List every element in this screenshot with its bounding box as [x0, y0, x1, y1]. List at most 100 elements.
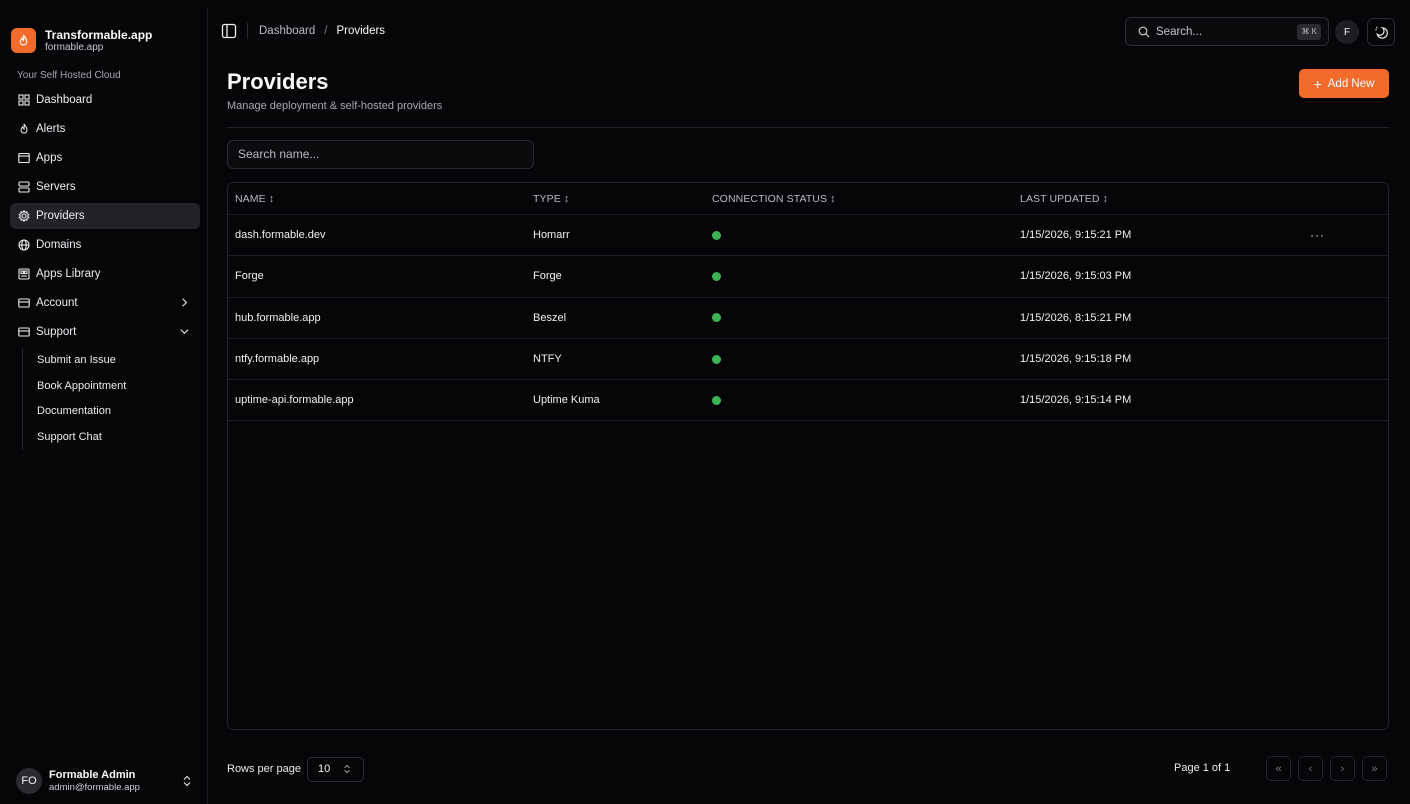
- page-header: Providers Manage deployment & self-hoste…: [227, 68, 1389, 128]
- support-submenu: Submit an Issue Book Appointment Documen…: [22, 348, 207, 450]
- status-dot: [712, 395, 721, 405]
- cell-updated: 1/15/2026, 8:15:21 PM: [1020, 311, 1132, 324]
- sidebar-item-apps-library[interactable]: Apps Library: [10, 261, 200, 287]
- submenu-book-appointment[interactable]: Book Appointment: [37, 374, 207, 400]
- cell-type: Homarr: [533, 229, 570, 242]
- status-dot: [712, 313, 721, 323]
- status-dot: [712, 354, 721, 364]
- breadcrumb-dashboard[interactable]: Dashboard: [259, 25, 315, 37]
- status-dot: [712, 271, 721, 281]
- sidebar-item-label: Alerts: [36, 123, 66, 135]
- sidebar-item-label: Servers: [36, 181, 76, 193]
- brand[interactable]: Transformable.app formable.app: [8, 8, 207, 62]
- column-header-updated[interactable]: LAST UPDATED ↕: [1020, 193, 1108, 205]
- add-new-label: Add New: [1327, 77, 1375, 90]
- page-title: Providers: [227, 69, 329, 94]
- cell-type: Uptime Kuma: [533, 394, 600, 407]
- chevron-down-icon: [180, 329, 189, 335]
- table-row[interactable]: dash.formable.dev Homarr 1/15/2026, 9:15…: [228, 215, 1388, 257]
- sidebar-item-label: Support: [36, 326, 77, 338]
- add-new-button[interactable]: + Add New: [1299, 69, 1389, 98]
- avatar-button[interactable]: F: [1335, 20, 1359, 44]
- cell-name: ntfy.formable.app: [235, 353, 320, 366]
- prev-page-button[interactable]: ‹: [1298, 756, 1323, 781]
- chevron-right-icon: [182, 298, 188, 307]
- search-icon: [1138, 26, 1150, 37]
- page-indicator: Page 1 of 1: [1174, 762, 1231, 774]
- first-page-button[interactable]: «: [1266, 756, 1291, 781]
- table-pagination: Rows per page 10 Page 1 of 1 « ‹ › »: [227, 756, 1389, 782]
- search-placeholder: Search...: [1156, 25, 1203, 38]
- submenu-documentation[interactable]: Documentation: [37, 399, 207, 425]
- table-row[interactable]: Forge Forge 1/15/2026, 9:15:03 PM: [228, 256, 1388, 298]
- submenu-submit-issue[interactable]: Submit an Issue: [37, 348, 207, 374]
- column-header-type[interactable]: TYPE ↕: [533, 193, 569, 205]
- table-row[interactable]: ntfy.formable.app NTFY 1/15/2026, 9:15:1…: [228, 339, 1388, 381]
- sidebar-item-servers[interactable]: Servers: [10, 174, 200, 200]
- cell-name: uptime-api.formable.app: [235, 394, 354, 407]
- cell-updated: 1/15/2026, 9:15:14 PM: [1020, 394, 1132, 407]
- status-dot: [712, 230, 721, 240]
- sidebar-item-alerts[interactable]: Alerts: [10, 116, 200, 142]
- sidebar-item-support[interactable]: Support: [10, 319, 200, 345]
- rows-per-page-label: Rows per page: [227, 763, 301, 775]
- table-row[interactable]: uptime-api.formable.app Uptime Kuma 1/15…: [228, 380, 1388, 422]
- sidebar-item-label: Account: [36, 297, 78, 309]
- gear-icon: [17, 210, 30, 223]
- table-row[interactable]: hub.formable.app Beszel 1/15/2026, 8:15:…: [228, 298, 1388, 339]
- card-icon: [17, 326, 30, 339]
- search-shortcut: ⌘ K: [1297, 24, 1321, 40]
- table-header-row: NAME ↕ TYPE ↕ CONNECTION STATUS ↕ LAST U…: [228, 183, 1388, 215]
- user-name: Formable Admin: [49, 768, 136, 781]
- sidebar-item-label: Dashboard: [36, 94, 93, 106]
- sidebar-item-label: Domains: [36, 239, 82, 251]
- flame-icon: [11, 28, 36, 53]
- submenu-support-chat[interactable]: Support Chat: [37, 425, 207, 451]
- sidebar-item-dashboard[interactable]: Dashboard: [10, 87, 200, 113]
- providers-table: NAME ↕ TYPE ↕ CONNECTION STATUS ↕ LAST U…: [227, 182, 1389, 730]
- global-search-input[interactable]: Search... ⌘ K: [1125, 17, 1329, 46]
- dashboard-grid-icon: [17, 94, 30, 107]
- chevron-up-down-icon: [344, 764, 350, 774]
- sidebar-toggle-icon[interactable]: [221, 23, 237, 39]
- cell-updated: 1/15/2026, 9:15:21 PM: [1020, 229, 1132, 242]
- cell-name: hub.formable.app: [235, 311, 321, 324]
- cell-name: Forge: [235, 270, 264, 283]
- avatar: FO: [16, 768, 42, 794]
- user-menu[interactable]: FO Formable Admin admin@formable.app: [10, 758, 200, 804]
- library-icon: [17, 268, 30, 281]
- breadcrumb-current: Providers: [336, 25, 386, 37]
- row-actions-menu[interactable]: ···: [1310, 228, 1325, 242]
- main-content: Dashboard / Providers Search... ⌘ K F Pr…: [208, 8, 1402, 804]
- sidebar-item-apps[interactable]: Apps: [10, 145, 200, 171]
- rows-per-page-select[interactable]: 10: [307, 756, 364, 782]
- window-icon: [17, 152, 30, 165]
- sidebar-section-label: Your Self Hosted Cloud: [17, 70, 121, 81]
- cell-name: dash.formable.dev: [235, 229, 326, 242]
- brand-title: Transformable.app: [45, 27, 153, 42]
- flame-icon: [17, 123, 30, 136]
- sidebar-item-account[interactable]: Account: [10, 290, 200, 316]
- column-header-status[interactable]: CONNECTION STATUS ↕: [712, 193, 835, 205]
- column-header-name[interactable]: NAME ↕: [235, 193, 274, 205]
- app-window: Transformable.app formable.app Your Self…: [8, 8, 1402, 804]
- cell-type: Forge: [533, 270, 562, 283]
- server-icon: [17, 181, 30, 194]
- next-page-button[interactable]: ›: [1330, 756, 1355, 781]
- sidebar-item-label: Providers: [36, 210, 85, 222]
- page-subtitle: Manage deployment & self-hosted provider…: [227, 100, 443, 112]
- cell-type: NTFY: [533, 353, 562, 366]
- last-page-button[interactable]: »: [1362, 756, 1387, 781]
- breadcrumb-separator: /: [324, 25, 328, 37]
- plus-icon: +: [1313, 75, 1322, 92]
- sidebar-item-domains[interactable]: Domains: [10, 232, 200, 258]
- sidebar-item-label: Apps Library: [36, 268, 101, 280]
- name-search-input[interactable]: Search name...: [227, 140, 534, 169]
- card-icon: [17, 297, 30, 310]
- cell-type: Beszel: [533, 311, 567, 324]
- rows-per-page-value: 10: [318, 763, 331, 775]
- brand-subtitle: formable.app: [45, 41, 104, 53]
- theme-toggle-button[interactable]: [1367, 18, 1395, 46]
- cell-updated: 1/15/2026, 9:15:18 PM: [1020, 353, 1132, 366]
- sidebar-item-providers[interactable]: Providers: [10, 203, 200, 229]
